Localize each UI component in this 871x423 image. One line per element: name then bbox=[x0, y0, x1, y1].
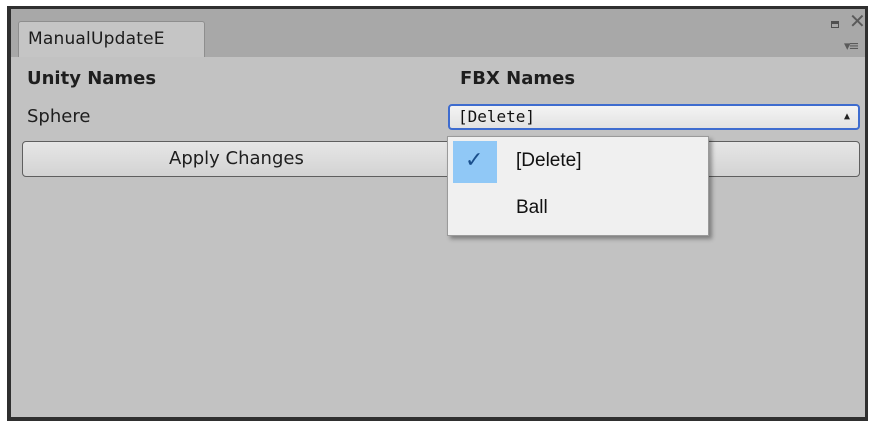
menu-item-label: [Delete] bbox=[516, 150, 582, 171]
menu-item-ball[interactable]: Ball bbox=[448, 185, 708, 231]
unity-name-label: Sphere bbox=[27, 106, 91, 127]
dropdown-menu: ✓ [Delete] Ball bbox=[447, 136, 709, 236]
dropdown-value: [Delete] bbox=[458, 107, 536, 126]
dropdown-arrows-icon: ▲ bbox=[843, 111, 850, 122]
apply-changes-label: Apply Changes bbox=[169, 148, 304, 169]
tab-title: ManualUpdateE bbox=[28, 29, 165, 49]
fbx-names-header: FBX Names bbox=[460, 68, 576, 89]
menu-item-delete[interactable]: ✓ [Delete] bbox=[448, 138, 708, 184]
tab-manual-update[interactable]: ManualUpdateE bbox=[18, 21, 205, 57]
window-content: Unity Names FBX Names Sphere [Delete] ▲ … bbox=[11, 57, 865, 417]
check-highlight: ✓ bbox=[453, 141, 497, 183]
menu-item-label: Ball bbox=[516, 197, 548, 218]
check-icon: ✓ bbox=[465, 147, 484, 172]
maximize-icon[interactable] bbox=[831, 21, 839, 28]
tab-bar: ManualUpdateE ✕ ▾≡ bbox=[11, 9, 866, 57]
fbx-name-dropdown[interactable]: [Delete] ▲ bbox=[448, 104, 860, 130]
close-icon[interactable]: ✕ bbox=[849, 11, 866, 31]
apply-changes-button[interactable]: Apply Changes l bbox=[22, 141, 860, 177]
menu-icon[interactable]: ▾≡ bbox=[844, 40, 859, 54]
unity-names-header: Unity Names bbox=[27, 68, 157, 89]
